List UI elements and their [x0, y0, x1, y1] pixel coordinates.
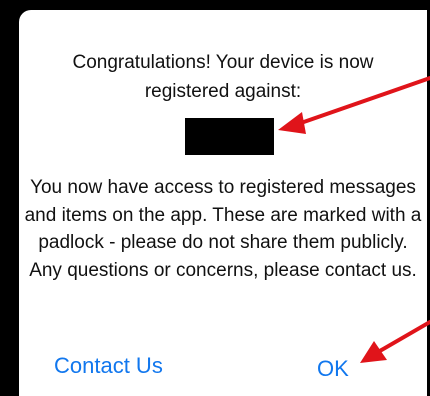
ok-button[interactable]: OK [317, 356, 349, 382]
dialog-message: You now have access to registered messag… [24, 177, 422, 281]
contact-us-button[interactable]: Contact Us [54, 353, 163, 379]
screen: Congratulations! Your device is now regi… [0, 0, 430, 396]
dialog-title: Congratulations! Your device is now regi… [72, 52, 374, 102]
redacted-registration-name [185, 118, 274, 155]
alert-dialog: Congratulations! Your device is now regi… [19, 10, 427, 396]
